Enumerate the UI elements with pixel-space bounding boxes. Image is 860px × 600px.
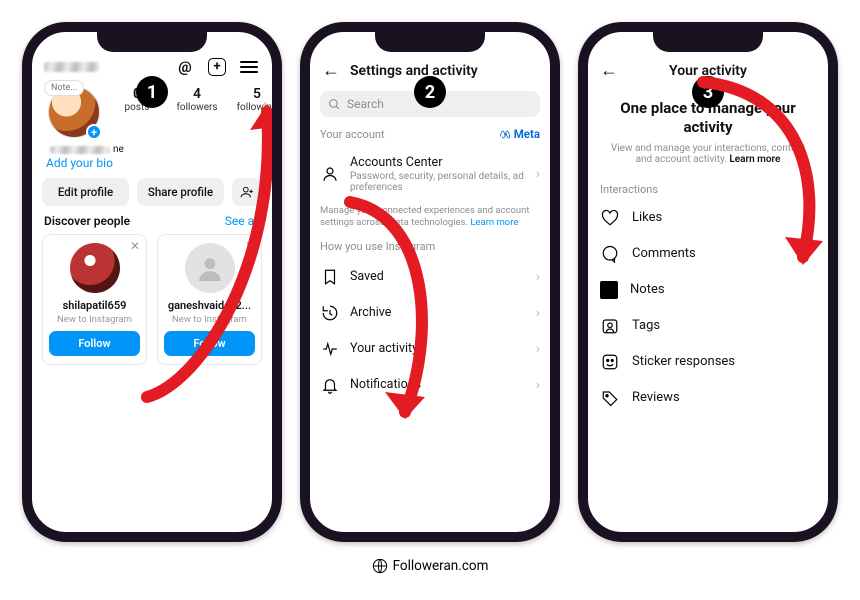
suggestion-avatar[interactable] (185, 243, 235, 293)
heart-icon (600, 209, 620, 227)
globe-icon (372, 558, 388, 574)
meta-note: Manage your connected experiences and ac… (320, 205, 540, 230)
share-profile-button[interactable]: Share profile (137, 178, 224, 206)
suggestion-card: ✕ ganeshvaiday2... New to Instagram Foll… (157, 234, 262, 365)
accounts-center-item[interactable]: Accounts Center Password, security, pers… (320, 147, 540, 201)
chevron-right-icon: › (536, 269, 540, 285)
step-badge-2: 2 (414, 76, 446, 108)
suggestion-sub: New to Instagram (49, 314, 140, 325)
notes-icon (600, 281, 618, 299)
activity-icon (320, 339, 340, 359)
chevron-right-icon: › (536, 305, 540, 321)
learn-more-link[interactable]: Learn more (470, 217, 518, 228)
activity-item-notes[interactable]: Notes (598, 272, 818, 308)
activity-item-comments[interactable]: Comments (598, 236, 818, 272)
section-how-you-use: How you use Instagram (320, 240, 435, 253)
display-name-suffix: ne (113, 144, 124, 155)
section-your-account: Your account (320, 128, 385, 141)
comment-icon (600, 245, 620, 263)
note-bubble[interactable]: Note... (44, 80, 84, 96)
suggestion-name[interactable]: shilapatil659 (49, 299, 140, 312)
settings-item-your-activity[interactable]: Your activity › (320, 331, 540, 367)
activity-item-reviews[interactable]: Reviews (598, 380, 818, 416)
suggestion-name[interactable]: ganeshvaiday2... (164, 299, 255, 312)
archive-icon (320, 303, 340, 323)
chevron-right-icon: › (536, 377, 540, 393)
threads-icon[interactable] (174, 56, 196, 78)
settings-item-archive[interactable]: Archive › (320, 295, 540, 331)
back-button[interactable]: ← (322, 60, 340, 81)
stat-followers[interactable]: 4followers (174, 86, 220, 113)
accounts-center-desc: Password, security, personal details, ad… (350, 171, 526, 193)
section-interactions: Interactions (600, 183, 816, 196)
bell-icon (320, 375, 340, 395)
account-icon (320, 164, 340, 184)
display-name (50, 146, 110, 154)
discover-people-title: Discover people (44, 214, 130, 228)
see-all-link[interactable]: See all (225, 214, 260, 228)
activity-item-tags[interactable]: Tags (598, 308, 818, 344)
add-bio-link[interactable]: Add your bio (46, 156, 262, 170)
suggestion-sub: New to Instagram (164, 314, 255, 325)
settings-item-notifications[interactable]: Notifications › (320, 367, 540, 403)
page-title: Settings and activity (350, 63, 478, 79)
create-post-button[interactable] (206, 56, 228, 78)
step-badge-1: 1 (136, 76, 168, 108)
stat-following[interactable]: 5following (234, 86, 280, 113)
watermark: Followeran.com (0, 558, 860, 574)
back-button[interactable]: ← (600, 60, 618, 81)
phone-step-1: 1 Note... + 0posts 4followers 5following (22, 22, 282, 542)
tag-icon (600, 389, 620, 407)
meta-brand: Meta (499, 127, 540, 141)
sticker-icon (600, 353, 620, 371)
menu-button[interactable] (238, 56, 260, 78)
suggestion-avatar[interactable] (70, 243, 120, 293)
meta-icon (499, 128, 511, 140)
phone-step-2: 2 ← Settings and activity Search Your ac… (300, 22, 560, 542)
dismiss-card-button[interactable]: ✕ (245, 239, 255, 253)
profile-header (42, 56, 262, 78)
accounts-center-title: Accounts Center (350, 155, 526, 170)
intro-sub: View and manage your interactions, conte… (604, 143, 812, 165)
chevron-right-icon: › (536, 341, 540, 357)
chevron-right-icon: › (536, 166, 540, 182)
follow-button[interactable]: Follow (164, 331, 255, 356)
learn-more-link[interactable]: Learn more (729, 154, 780, 165)
suggestion-card: ✕ shilapatil659 New to Instagram Follow (42, 234, 147, 365)
profile-avatar[interactable]: Note... + (48, 86, 100, 138)
step-badge-3: 3 (692, 76, 724, 108)
activity-item-likes[interactable]: Likes (598, 200, 818, 236)
dismiss-card-button[interactable]: ✕ (130, 239, 140, 253)
phone-step-3: 3 ← Your activity One place to manage yo… (578, 22, 838, 542)
edit-profile-button[interactable]: Edit profile (42, 178, 129, 206)
settings-item-saved[interactable]: Saved › (320, 259, 540, 295)
hamburger-icon (240, 61, 258, 73)
add-person-icon (240, 185, 254, 199)
search-icon (328, 98, 341, 111)
plus-box-icon (208, 58, 226, 76)
follow-button[interactable]: Follow (49, 331, 140, 356)
bookmark-icon (320, 267, 340, 287)
add-story-plus-icon[interactable]: + (86, 124, 102, 140)
tag-person-icon (600, 317, 620, 335)
activity-item-sticker-responses[interactable]: Sticker responses (598, 344, 818, 380)
username[interactable] (44, 62, 99, 72)
discover-people-button[interactable] (232, 178, 262, 206)
search-placeholder: Search (347, 97, 384, 111)
